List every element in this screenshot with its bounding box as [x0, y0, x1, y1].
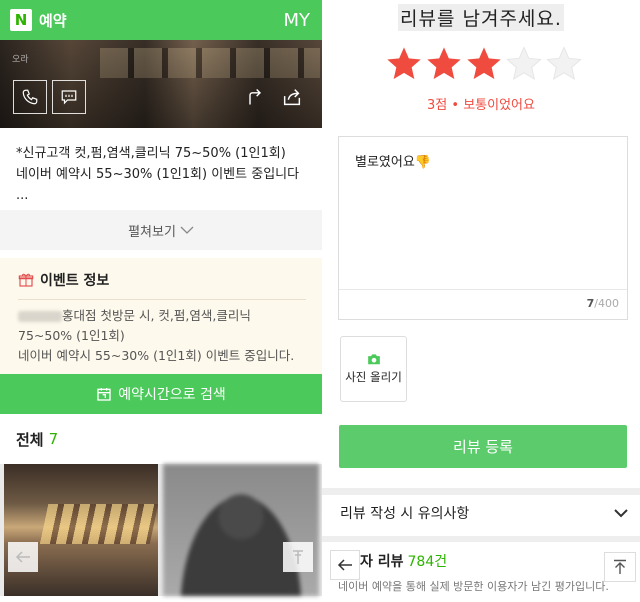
star-icon[interactable] — [464, 44, 504, 84]
naver-logo[interactable]: N — [10, 9, 32, 31]
visitor-reviews-note: 네이버 예약을 통해 실제 방문한 이용자가 남긴 평가입니다. — [338, 580, 609, 593]
pin-icon — [293, 550, 303, 564]
hero-caption: 오라 — [12, 55, 29, 65]
upload-photo-button[interactable]: 사진 올리기 — [340, 336, 407, 402]
arrow-up-icon — [614, 559, 626, 574]
my-button[interactable]: MY — [283, 10, 310, 31]
route-button[interactable] — [242, 84, 268, 110]
review-guidelines-toggle[interactable]: 리뷰 작성 시 유의사항 — [340, 498, 628, 528]
chevron-down-icon — [180, 226, 194, 234]
star-rating[interactable] — [384, 44, 584, 84]
star-icon[interactable] — [424, 44, 464, 84]
event-header: 이벤트 정보 — [18, 268, 306, 292]
booking-pane: N 예약 MY 오라 *신규고객 컷,펌,염색,클리닉 75~50% (1인1회… — [0, 0, 322, 602]
calendar-icon — [97, 388, 111, 401]
rating-label: 3점 • 보통이었어요 — [427, 98, 535, 113]
scroll-top-mini-button[interactable] — [283, 542, 313, 572]
review-heading: 리뷰를 남겨주세요. — [398, 4, 564, 31]
shop-interior-photo[interactable] — [4, 464, 158, 596]
designer-thumbnails — [0, 464, 322, 596]
blurred-shop-name — [18, 311, 62, 322]
search-by-time-button[interactable]: 예약시간으로 검색 — [0, 374, 322, 414]
review-pane: 리뷰를 남겨주세요. 3점 • 보통이었어요 별로였어요👎 7/400 사진 올… — [322, 0, 640, 602]
event-title: 이벤트 정보 — [40, 273, 110, 289]
gift-icon — [18, 273, 34, 287]
call-button[interactable] — [13, 80, 47, 114]
top-bar: N 예약 MY — [0, 0, 322, 40]
back-button[interactable] — [330, 550, 360, 580]
shop-hero-image: 오라 — [0, 40, 322, 128]
arrow-left-icon — [15, 551, 30, 563]
submit-review-button[interactable]: 리뷰 등록 — [339, 425, 627, 468]
expand-button[interactable]: 펼쳐보기 — [0, 210, 322, 250]
designer-count: 전체 7 — [16, 430, 59, 449]
chat-icon — [61, 90, 77, 105]
screen: N 예약 MY 오라 *신규고객 컷,펌,염색,클리닉 75~50% (1인1회… — [0, 0, 640, 602]
route-arrow-icon — [249, 88, 262, 105]
designer-photo[interactable] — [163, 464, 319, 596]
event-text: 홍대점 첫방문 시, 컷,펌,염색,클리닉 75~50% (1인1회) 네이버 … — [18, 308, 295, 363]
star-empty-icon[interactable] — [504, 44, 544, 84]
shop-description: *신규고객 컷,펌,염색,클리닉 75~50% (1인1회) 네이버 예약시 5… — [16, 146, 300, 203]
page-title: 예약 — [39, 11, 67, 30]
arrow-left-icon — [337, 559, 352, 571]
scroll-to-top-button[interactable] — [604, 552, 636, 582]
share-icon — [283, 89, 301, 106]
camera-icon — [367, 354, 380, 365]
share-button[interactable] — [279, 84, 305, 110]
chevron-down-icon — [614, 509, 628, 518]
star-icon[interactable] — [384, 44, 424, 84]
prev-photo-button[interactable] — [8, 542, 38, 572]
review-textarea[interactable]: 별로였어요👎 7/400 — [338, 136, 628, 320]
talk-button[interactable] — [52, 80, 86, 114]
star-empty-icon[interactable] — [544, 44, 584, 84]
char-counter: 7/400 — [586, 297, 619, 310]
review-text: 별로였어요👎 — [355, 155, 431, 170]
event-info: 이벤트 정보 홍대점 첫방문 시, 컷,펌,염색,클리닉 75~50% (1인1… — [0, 258, 322, 374]
phone-icon — [22, 89, 38, 105]
